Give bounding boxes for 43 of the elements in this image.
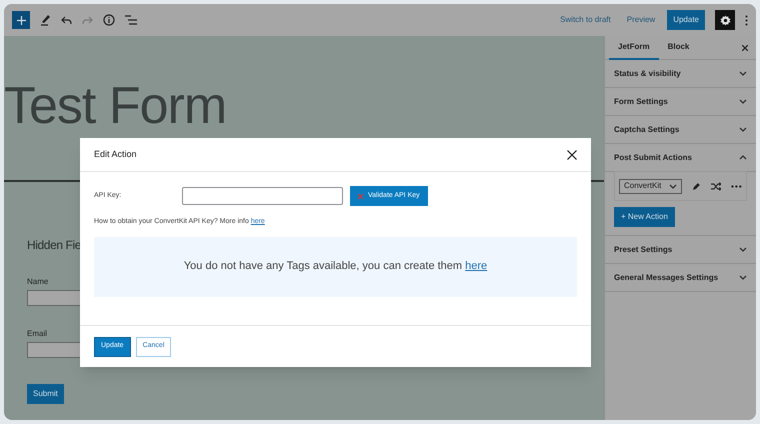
panel-header[interactable]: General Messages Settings bbox=[605, 264, 756, 292]
info-icon[interactable] bbox=[103, 14, 115, 26]
cross-icon bbox=[358, 194, 363, 198]
panel-header[interactable]: Preset Settings bbox=[605, 236, 756, 264]
panel-header[interactable]: Post Submit Actions bbox=[605, 144, 756, 172]
chevron-down-icon bbox=[739, 275, 747, 280]
form-title: Test Form bbox=[4, 76, 228, 137]
api-key-field[interactable] bbox=[182, 187, 343, 205]
chevron-down-icon bbox=[739, 71, 747, 76]
settings-icon bbox=[720, 14, 730, 26]
submit-button[interactable]: Submit bbox=[27, 384, 64, 404]
pen-icon[interactable] bbox=[40, 14, 51, 26]
close-icon[interactable] bbox=[742, 44, 748, 50]
list-view-icon[interactable] bbox=[125, 15, 137, 25]
modal-title: Edit Action bbox=[94, 148, 137, 161]
new-action-button[interactable]: + New Action bbox=[614, 207, 675, 227]
chevron-down-icon bbox=[668, 184, 677, 188]
panel-header[interactable]: Form Settings bbox=[605, 88, 756, 116]
chevron-down-icon bbox=[739, 247, 747, 252]
panel-header[interactable]: Captcha Settings bbox=[605, 116, 756, 144]
more-icon[interactable] bbox=[731, 184, 742, 188]
shuffle-icon[interactable] bbox=[710, 182, 722, 190]
preview-link[interactable]: Preview bbox=[626, 14, 656, 26]
pencil-icon[interactable] bbox=[692, 182, 701, 190]
chevron-down-icon bbox=[739, 99, 747, 104]
plus-icon bbox=[16, 16, 26, 24]
add-block-button[interactable] bbox=[12, 11, 30, 29]
chevron-down-icon bbox=[739, 127, 747, 132]
more-options-icon[interactable] bbox=[745, 14, 748, 26]
sidebar-tab[interactable]: JetForm bbox=[609, 36, 659, 60]
here-link[interactable]: here bbox=[465, 260, 488, 272]
settings-button[interactable] bbox=[715, 10, 735, 30]
action-select[interactable]: ConvertKit bbox=[619, 178, 682, 194]
field-label: Name bbox=[27, 276, 50, 288]
sidebar-tab[interactable]: Block bbox=[658, 36, 698, 60]
chevron-up-icon bbox=[739, 155, 747, 160]
field-label: Email bbox=[27, 328, 48, 340]
switch-to-draft-link[interactable]: Switch to draft bbox=[560, 14, 611, 26]
update-button[interactable]: Update bbox=[667, 10, 705, 30]
close-icon[interactable] bbox=[567, 150, 577, 160]
panel-header[interactable]: Status & visibility bbox=[605, 60, 756, 88]
notice-text: You do not have any Tags available, you can create them here bbox=[184, 259, 488, 274]
undo-icon[interactable] bbox=[61, 16, 72, 24]
